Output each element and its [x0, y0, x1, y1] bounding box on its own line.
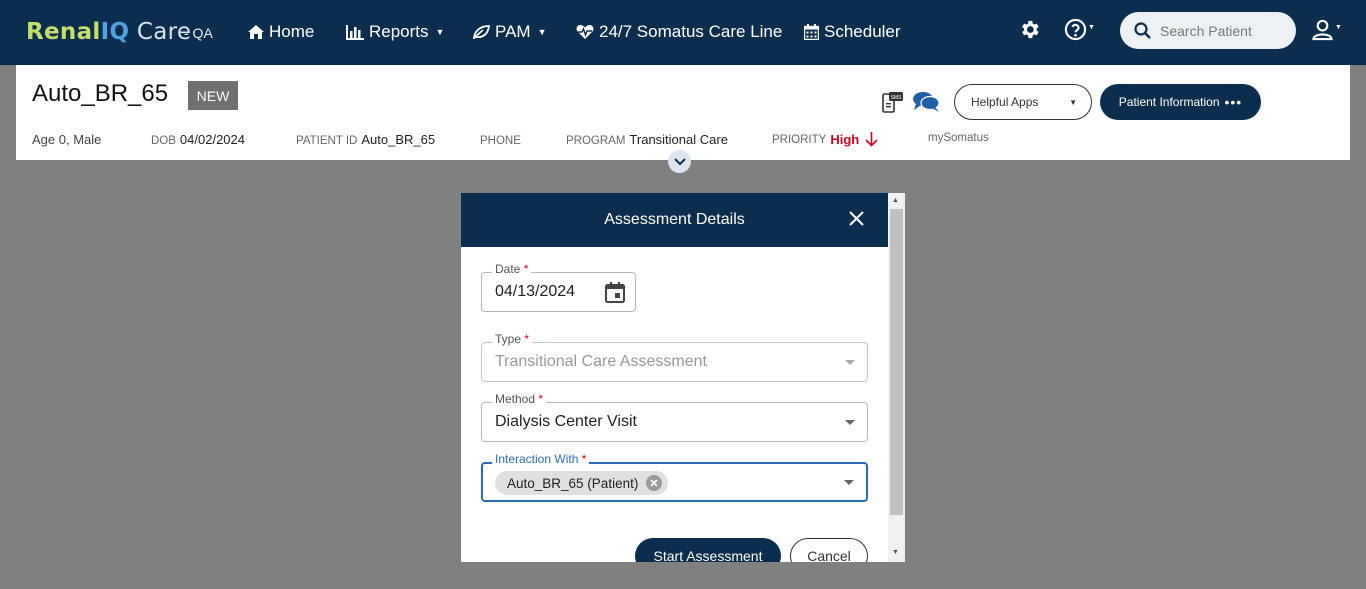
- interaction-chip: Auto_BR_65 (Patient): [495, 471, 669, 495]
- home-icon: [248, 25, 264, 39]
- nav-reports[interactable]: Reports ▼: [346, 22, 444, 42]
- modal-title: Assessment Details: [604, 211, 745, 228]
- user-menu-button[interactable]: ▼: [1311, 18, 1342, 41]
- patient-id: PATIENT ID Auto_BR_65: [296, 132, 436, 147]
- method-select[interactable]: Method * Dialysis Center Visit: [481, 392, 868, 442]
- chevron-down-icon: ▼: [1088, 24, 1095, 31]
- scroll-up-arrow[interactable]: ▲: [892, 197, 899, 204]
- chevron-down-icon: ▼: [1069, 98, 1077, 107]
- search-bar[interactable]: [1120, 12, 1296, 49]
- user-icon: [1312, 19, 1333, 41]
- method-label: Method *: [492, 392, 547, 406]
- nav-reports-label: Reports: [369, 22, 429, 41]
- patient-header: Auto_BR_65 NEW Age 0, Male DOB 04/02/2024…: [16, 65, 1350, 160]
- leaf-icon: [473, 25, 490, 39]
- patient-dob: DOB 04/02/2024: [151, 132, 245, 147]
- chevron-down-icon: [845, 420, 855, 425]
- chip-remove-button[interactable]: [646, 475, 663, 491]
- helpful-apps-label: Helpful Apps: [971, 95, 1039, 109]
- chevron-down-icon: ▼: [435, 27, 445, 37]
- chevron-down-icon: [844, 480, 854, 485]
- patient-program: PROGRAM Transitional Care: [566, 132, 728, 147]
- type-select: Type * Transitional Care Assessment: [481, 332, 868, 382]
- calendar-icon: [804, 24, 819, 40]
- cancel-button[interactable]: Cancel: [790, 538, 868, 562]
- patient-phone: PHONE: [480, 135, 521, 147]
- heartbeat-icon: [576, 25, 594, 39]
- nav-scheduler[interactable]: Scheduler: [804, 22, 901, 42]
- close-icon: [650, 479, 658, 487]
- nav-careline[interactable]: 24/7 Somatus Care Line: [576, 22, 782, 42]
- chevron-down-icon: ▼: [537, 27, 547, 37]
- brand-logo[interactable]: RenalIQ Care: [26, 19, 191, 45]
- scroll-down-arrow[interactable]: ▼: [892, 549, 899, 556]
- help-menu-button[interactable]: ▼: [1064, 18, 1095, 41]
- help-icon: [1064, 18, 1087, 41]
- search-icon: [1134, 22, 1151, 39]
- close-icon: [849, 211, 864, 226]
- date-label: Date *: [492, 262, 532, 276]
- chevron-down-icon: [845, 360, 855, 365]
- expand-header-button[interactable]: [668, 150, 691, 173]
- svg-text:SMS: SMS: [891, 95, 903, 101]
- close-button[interactable]: [849, 211, 864, 231]
- start-assessment-button[interactable]: Start Assessment: [635, 538, 781, 562]
- arrow-down-icon: [865, 132, 878, 147]
- date-field[interactable]: Date * 04/13/2024: [481, 262, 636, 312]
- gear-icon: [1022, 20, 1039, 39]
- nav-pam[interactable]: PAM ▼: [473, 22, 547, 42]
- modal-header: Assessment Details: [461, 193, 888, 247]
- chat-button[interactable]: [912, 91, 940, 118]
- calendar-icon[interactable]: [605, 282, 625, 303]
- patient-name: Auto_BR_65: [32, 80, 169, 107]
- patient-information-button[interactable]: Patient Information •••: [1100, 84, 1261, 120]
- patient-age-sex: Age 0, Male: [32, 132, 102, 147]
- environment-label: - QA: [184, 25, 213, 41]
- chevron-down-icon: ▼: [1335, 24, 1342, 31]
- mysomatus-link[interactable]: mySomatus: [928, 132, 989, 144]
- top-navbar: RenalIQ Care - QA Home Reports ▼ PAM ▼ 2…: [0, 0, 1366, 65]
- date-value: 04/13/2024: [495, 283, 576, 300]
- interaction-with-select[interactable]: Interaction With * Auto_BR_65 (Patient): [481, 452, 868, 502]
- more-dots-icon: •••: [1224, 94, 1243, 110]
- assessment-details-modal: Assessment Details ▲ ▼ Date * 04/13/2024…: [461, 193, 905, 562]
- nav-home-label: Home: [269, 22, 315, 41]
- nav-careline-label: 24/7 Somatus Care Line: [599, 22, 783, 41]
- sms-button[interactable]: SMS: [882, 91, 904, 118]
- nav-home[interactable]: Home: [248, 22, 314, 42]
- patient-information-label: Patient Information: [1118, 95, 1220, 109]
- patient-priority: PRIORITY High: [772, 132, 878, 147]
- chevron-down-icon: [673, 157, 686, 165]
- type-value: Transitional Care Assessment: [495, 353, 707, 370]
- helpful-apps-button[interactable]: Helpful Apps ▼: [954, 84, 1092, 120]
- scrollbar-thumb[interactable]: [890, 209, 903, 515]
- interaction-with-label: Interaction With *: [492, 452, 590, 466]
- sms-icon: SMS: [882, 92, 903, 113]
- type-label: Type *: [492, 332, 533, 346]
- nav-scheduler-label: Scheduler: [824, 22, 901, 41]
- method-value: Dialysis Center Visit: [495, 413, 637, 430]
- settings-button[interactable]: [1018, 18, 1041, 46]
- nav-pam-label: PAM: [495, 22, 531, 41]
- bar-chart-icon: [346, 24, 364, 40]
- search-input[interactable]: [1160, 22, 1280, 39]
- status-badge: NEW: [188, 81, 238, 110]
- chat-icon: [913, 92, 940, 112]
- interaction-chip-label: Auto_BR_65 (Patient): [507, 475, 639, 491]
